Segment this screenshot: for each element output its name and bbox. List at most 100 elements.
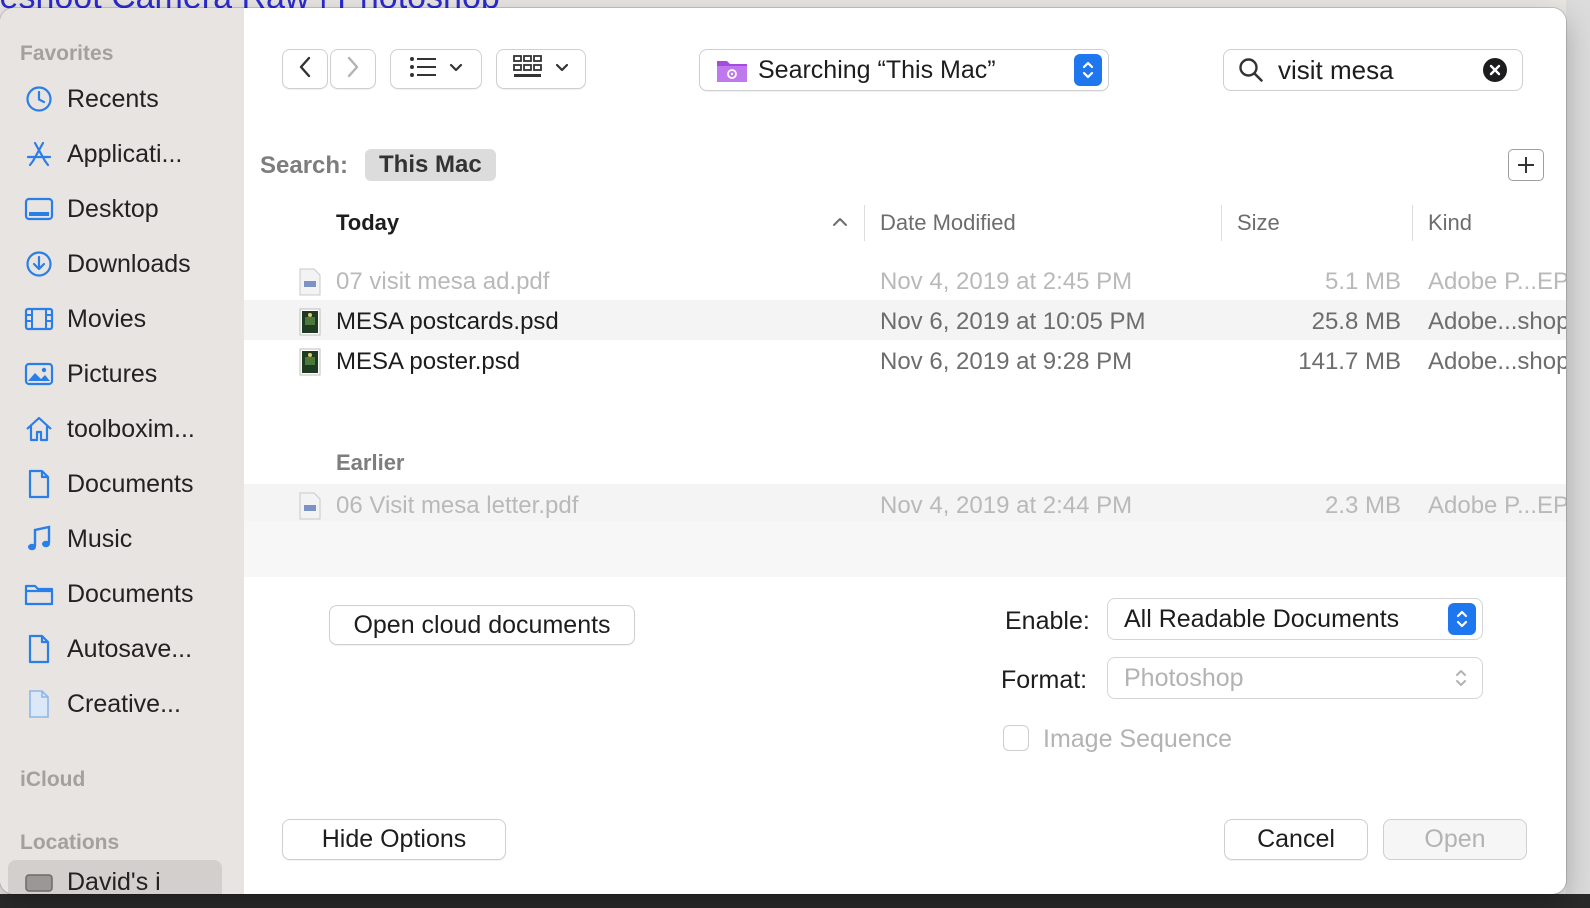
file-size: 25.8 MB — [1311, 308, 1401, 335]
smart-folder-icon — [716, 56, 748, 84]
music-icon — [24, 524, 54, 554]
pdf-file-icon — [298, 268, 322, 296]
table-row[interactable]: 07 visit mesa ad.pdf Nov 4, 2019 at 2:45… — [244, 260, 1566, 300]
group-header-earlier: Earlier — [336, 450, 405, 475]
sidebar-item-music[interactable]: Music — [24, 517, 229, 561]
column-size[interactable]: Size — [1237, 210, 1280, 236]
file-size: 141.7 MB — [1298, 348, 1401, 375]
sidebar-item-label: Documents — [67, 469, 194, 498]
table-row[interactable]: 06 Visit mesa letter.pdf Nov 4, 2019 at … — [244, 484, 1566, 524]
image-sequence-checkbox[interactable] — [1003, 725, 1029, 751]
search-scope-label: Search: — [260, 152, 349, 179]
sidebar-item-movies[interactable]: Movies — [24, 297, 229, 341]
file-size: 2.3 MB — [1324, 492, 1401, 519]
file-kind: Adobe...shop — [1428, 308, 1566, 335]
format-label: Format: — [1001, 666, 1088, 694]
file-date: Nov 6, 2019 at 9:28 PM — [880, 348, 1133, 375]
sidebar-item-desktop[interactable]: Desktop — [24, 187, 229, 231]
file-icon — [24, 689, 54, 719]
stepper-disabled-icon — [1454, 667, 1468, 689]
file-date: Nov 6, 2019 at 10:05 PM — [880, 308, 1146, 335]
popup-stepper-icon — [1074, 54, 1102, 86]
column-kind[interactable]: Kind — [1428, 210, 1472, 236]
psd-file-icon — [298, 348, 322, 376]
sidebar: Favorites Recents Applicati... Desktop D… — [0, 8, 245, 894]
applications-icon — [24, 139, 54, 169]
sidebar-item-label: toolboxim... — [67, 414, 195, 443]
search-field[interactable] — [1223, 49, 1523, 91]
column-date-modified[interactable]: Date Modified — [880, 210, 1016, 236]
sidebar-item-label: David's i — [67, 867, 161, 895]
file-name: 07 visit mesa ad.pdf — [336, 268, 550, 295]
image-sequence-label: Image Sequence — [1043, 725, 1233, 753]
group-by-button[interactable] — [496, 49, 586, 89]
add-criteria-button[interactable] — [1508, 149, 1544, 181]
background-window-edge — [1566, 0, 1590, 908]
sidebar-item-recents[interactable]: Recents — [24, 77, 229, 121]
clock-icon — [24, 84, 54, 114]
search-input[interactable] — [1276, 53, 1480, 87]
location-popup-label: Searching “This Mac” — [758, 55, 996, 84]
sidebar-item-documents[interactable]: Documents — [24, 462, 229, 506]
sidebar-item-applications[interactable]: Applicati... — [24, 132, 229, 176]
preview-strip — [244, 521, 1566, 578]
plus-icon — [1516, 155, 1536, 175]
sidebar-item-label: Pictures — [67, 359, 158, 388]
open-button[interactable]: Open — [1383, 819, 1527, 860]
pdf-file-icon — [298, 492, 322, 520]
file-name: 06 Visit mesa letter.pdf — [336, 492, 579, 519]
file-kind: Adobe...shop — [1428, 348, 1566, 375]
location-popup[interactable]: Searching “This Mac” — [699, 49, 1109, 91]
document-icon — [24, 469, 54, 499]
toolbar: Searching “This Mac” — [244, 8, 1566, 133]
sidebar-item-home[interactable]: toolboxim... — [24, 407, 229, 451]
sidebar-section-icloud: iCloud — [20, 768, 86, 791]
open-file-dialog: Favorites Recents Applicati... Desktop D… — [0, 8, 1566, 894]
sidebar-item-pictures[interactable]: Pictures — [24, 352, 229, 396]
column-name[interactable]: Today — [336, 210, 399, 236]
home-icon — [24, 414, 54, 444]
enable-popup[interactable]: All Readable Documents — [1107, 598, 1483, 640]
file-size: 5.1 MB — [1324, 268, 1401, 295]
table-row[interactable]: MESA postcards.psd Nov 6, 2019 at 10:05 … — [244, 300, 1566, 340]
back-button[interactable] — [282, 49, 328, 89]
list-view-button[interactable] — [390, 49, 482, 89]
forward-button[interactable] — [330, 49, 376, 89]
file-name: MESA poster.psd — [336, 348, 521, 375]
enable-popup-value: All Readable Documents — [1124, 604, 1400, 633]
format-popup[interactable]: Photoshop — [1107, 657, 1483, 699]
column-header: Today Date Modified Size Kind — [244, 195, 1566, 251]
folder-icon — [24, 579, 54, 609]
open-cloud-documents-button[interactable]: Open cloud documents — [329, 605, 635, 645]
sidebar-item-location-disk[interactable]: David's i — [8, 860, 222, 894]
sidebar-item-label: Recents — [67, 84, 159, 113]
options-panel: Open cloud documents Enable: All Readabl… — [244, 577, 1566, 778]
file-date: Nov 4, 2019 at 2:44 PM — [880, 492, 1133, 519]
background-window-bottom — [0, 894, 1590, 908]
column-divider — [1221, 205, 1222, 241]
sidebar-item-label: Autosave... — [67, 634, 193, 663]
table-row[interactable]: MESA poster.psd Nov 6, 2019 at 9:28 PM 1… — [244, 340, 1566, 380]
sidebar-item-documents-folder[interactable]: Documents — [24, 572, 229, 616]
list-icon — [409, 56, 437, 83]
psd-file-icon — [298, 308, 322, 336]
chevron-right-icon — [346, 56, 360, 83]
sidebar-item-autosave[interactable]: Autosave... — [24, 627, 229, 671]
disk-icon — [24, 867, 54, 894]
clear-search-icon[interactable] — [1482, 57, 1508, 83]
sidebar-item-creative[interactable]: Creative... — [24, 682, 229, 726]
sidebar-item-label: Music — [67, 524, 133, 553]
photo-icon — [24, 359, 54, 389]
chevron-left-icon — [298, 56, 312, 83]
file-name: MESA postcards.psd — [336, 308, 559, 335]
document-icon — [24, 634, 54, 664]
desktop-icon — [24, 194, 54, 224]
scope-this-mac[interactable]: This Mac — [365, 149, 496, 181]
dialog-footer: Hide Options Cancel Open — [244, 777, 1566, 894]
sidebar-item-downloads[interactable]: Downloads — [24, 242, 229, 286]
cancel-button[interactable]: Cancel — [1224, 819, 1368, 860]
download-icon — [24, 249, 54, 279]
sidebar-item-label: Movies — [67, 304, 147, 333]
search-scope-bar: Search: This Mac — [244, 132, 1566, 196]
hide-options-button[interactable]: Hide Options — [282, 819, 506, 860]
